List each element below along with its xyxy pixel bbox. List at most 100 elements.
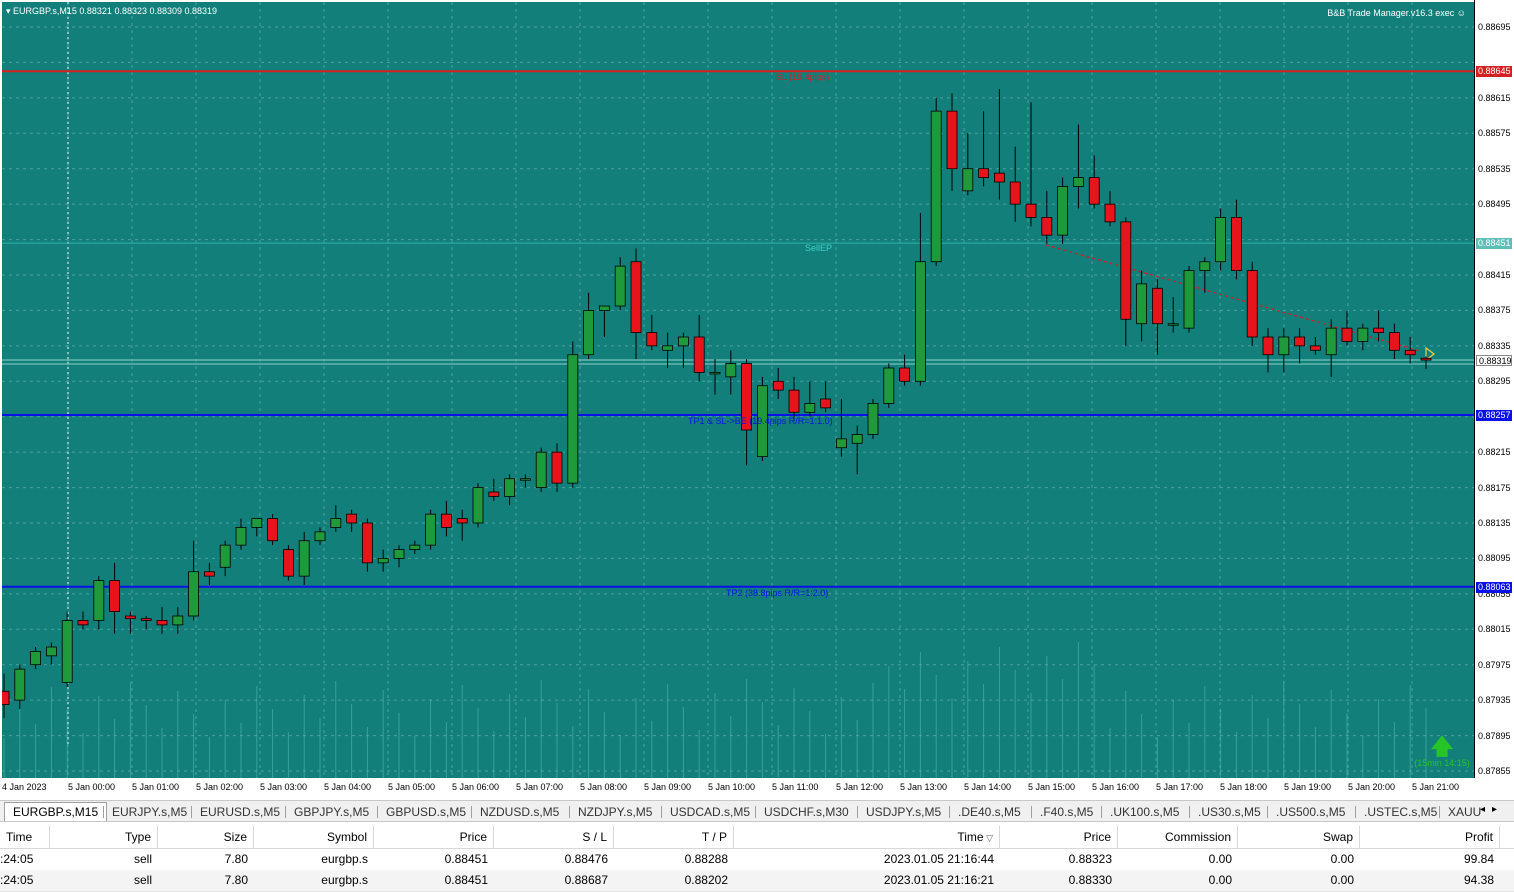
time-tick-label: 5 Jan 01:00 (132, 782, 180, 792)
candle-body (693, 336, 705, 373)
candle-body (978, 168, 989, 178)
candle-body (1041, 217, 1053, 236)
tab-nzdusd-s-m5[interactable]: NZDUSD.s,M5 (472, 803, 567, 821)
candle-body (946, 110, 958, 170)
candle (1246, 261, 1258, 346)
scroll-left-icon[interactable]: ◂ (1480, 804, 1485, 815)
candle-body (504, 478, 516, 497)
tab-separator (471, 806, 472, 818)
column-header-s-l[interactable]: S / L (494, 826, 614, 848)
tp1-level-label: TP1 & SL->BE (19.4pips R/R=1:1.0) (688, 416, 833, 426)
price-tick-label: 0.87975 (1478, 659, 1511, 670)
tab-gbpusd-s-m5[interactable]: GBPUSD.s,M5 (378, 803, 474, 821)
scroll-right-icon[interactable]: ▸ (1492, 804, 1497, 815)
tab-eurgbp-s-m15[interactable]: EURGBP.s,M15 (4, 802, 108, 821)
price-chart[interactable] (2, 2, 1474, 778)
candle-body (567, 354, 579, 484)
candle-body (1294, 336, 1305, 347)
candle-body (361, 522, 373, 564)
candle-body (1073, 177, 1084, 187)
entry-price-tag: 0.88451 (1476, 238, 1512, 250)
price-tick-label: 0.88375 (1478, 305, 1511, 316)
candle-body (109, 580, 120, 612)
tp2-price-tag: 0.88063 (1476, 581, 1512, 593)
tab-separator (755, 806, 756, 818)
tab-f40-s-m5[interactable]: .F40.s,M5 (1032, 803, 1101, 821)
candle-body (1231, 217, 1242, 271)
price-tick-label: 0.88215 (1478, 447, 1511, 458)
candle-body (298, 540, 310, 577)
ea-name: B&B Trade Manager.v16.3 exec (1327, 8, 1455, 18)
tab-eurusd-s-m5[interactable]: EURUSD.s,M5 (192, 803, 288, 821)
column-header-size[interactable]: Size (158, 826, 254, 848)
column-header-label: Time (957, 830, 984, 844)
candle-body (1025, 203, 1037, 218)
column-header-symbol[interactable]: Symbol (254, 826, 374, 848)
table-cell: 0.00 (1208, 852, 1232, 866)
candle-body (599, 305, 610, 311)
tab-nzdjpy-s-m5[interactable]: NZDJPY.s,M5 (570, 803, 660, 821)
triangle-down-icon[interactable]: ▾ (6, 6, 11, 16)
table-cell: 7.80 (224, 873, 248, 887)
chart-window[interactable]: ▾ EURGBP.s,M15 0.88321 0.88323 0.88309 0… (0, 0, 1514, 800)
column-header-label: Commission (1164, 830, 1231, 844)
time-tick-label: 5 Jan 11:00 (772, 782, 819, 792)
column-header-price[interactable]: Price (374, 826, 494, 848)
time-tick-label: 5 Jan 15:00 (1028, 782, 1076, 792)
time-axis[interactable]: 4 Jan 2023 5 Jan 00:00 5 Jan 01:00 5 Jan 02… (0, 778, 1474, 800)
column-header-label: Price (459, 830, 487, 844)
tp1-price-tag: 0.88257 (1476, 409, 1512, 421)
tab-separator (1439, 806, 1440, 818)
column-header-t-p[interactable]: T / P (614, 826, 734, 848)
column-header-profit[interactable]: Profit (1360, 826, 1500, 848)
table-row[interactable]: :24:05 sell 7.80 eurgbp.s 0.88451 0.88476 0.88… (0, 849, 1514, 871)
candle-body (1183, 270, 1195, 329)
price-tick-label: 0.88695 (1478, 22, 1511, 32)
tab-ustec-s-m5[interactable]: .USTEC.s,M5 (1356, 803, 1445, 821)
sl-level-label: SL (19.4pips) (776, 72, 830, 82)
table-cell: :24:05 (0, 852, 34, 866)
candle (883, 363, 895, 408)
column-header-price[interactable]: Price (1000, 826, 1118, 848)
candle-body (583, 310, 594, 356)
tab-eurjpy-s-m5[interactable]: EURJPY.s,M5 (104, 803, 195, 821)
price-tick-label: 0.88535 (1478, 163, 1511, 174)
price-axis[interactable]: 0.88695 0.88615 0.88575 0.88535 0.88495 0.884… (1474, 0, 1514, 800)
table-row[interactable]: :24:05 sell 7.80 eurgbp.s 0.88451 0.88687 0.88… (0, 870, 1514, 892)
column-header-swap[interactable]: Swap (1238, 826, 1360, 848)
candle-body (1357, 327, 1369, 342)
candle-body (330, 518, 342, 528)
tab-separator (1355, 806, 1356, 818)
tab-usdjpy-s-m5[interactable]: USDJPY.s,M5 (858, 803, 949, 821)
table-cell: sell (133, 873, 152, 887)
tab-uk100-s-m5[interactable]: .UK100.s,M5 (1102, 803, 1187, 821)
candle-body (1009, 181, 1021, 205)
price-tick-label: 0.87895 (1478, 730, 1511, 741)
tab-gbpjpy-s-m5[interactable]: GBPJPY.s,M5 (286, 803, 377, 821)
tab-separator (1189, 806, 1190, 818)
smiley-icon[interactable]: ☺ (1457, 8, 1466, 18)
entry-level-label: SellEP (805, 243, 833, 253)
tab-usdcad-s-m5[interactable]: USDCAD.s,M5 (662, 803, 758, 821)
candle (567, 341, 579, 488)
column-header-time[interactable]: Time (0, 826, 50, 848)
time-tick-label: 5 Jan 14:00 (964, 782, 1012, 792)
table-cell: 0.00 (1208, 873, 1232, 887)
tab-separator (285, 806, 286, 818)
candle-body (93, 580, 105, 621)
column-header-type[interactable]: Type (50, 826, 158, 848)
candle-body (2, 690, 10, 705)
candle-body (1310, 345, 1321, 351)
table-header: Time Type Size Symbol Price S / L T / P Time ▽ P… (0, 826, 1514, 849)
tab-de40-s-m5[interactable]: .DE40.s,M5 (950, 803, 1029, 821)
column-header-time[interactable]: Time ▽ (734, 826, 1000, 848)
price-tick-label: 0.88615 (1478, 92, 1511, 103)
table-cell: 0.88476 (564, 852, 608, 866)
tab-us30-s-m5[interactable]: .US30.s,M5 (1190, 803, 1269, 821)
candle-body (251, 518, 263, 528)
column-header-label: Time (6, 830, 33, 844)
tab-usdchf-s-m30[interactable]: USDCHF.s,M30 (756, 803, 857, 821)
tab-us500-s-m5[interactable]: .US500.s,M5 (1268, 803, 1353, 821)
candle-body (425, 513, 437, 546)
column-header-commission[interactable]: Commission (1118, 826, 1238, 848)
